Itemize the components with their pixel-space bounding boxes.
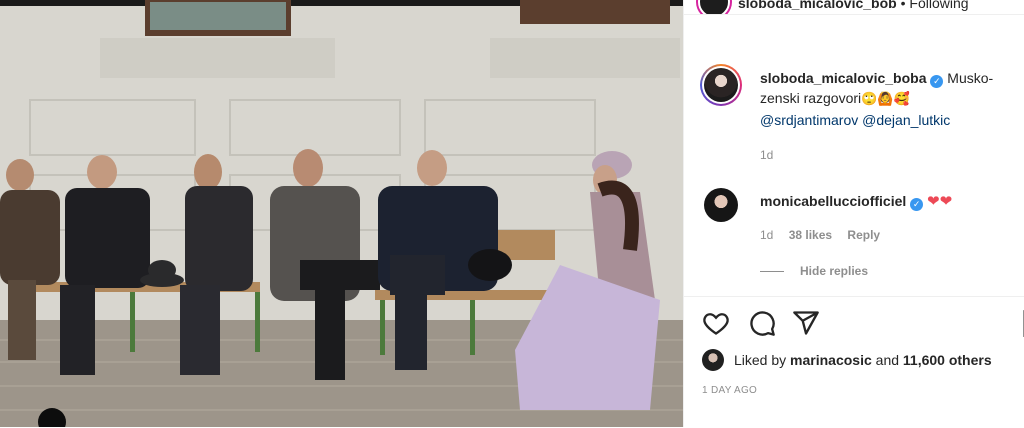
paper-plane-icon[interactable] [792,309,820,337]
liker-username[interactable]: marinacosic [790,352,872,368]
comment-time: 1d [760,228,774,242]
following-button[interactable]: Following [909,0,968,11]
hide-replies-button[interactable]: Hide replies [760,264,868,278]
commenter-avatar[interactable] [704,188,738,222]
caption-emojis: 🙄🙆🥰 [861,92,910,107]
heart-icon[interactable] [702,309,730,337]
caption-avatar[interactable] [700,64,742,106]
divider-line [760,271,784,273]
likes-count[interactable]: 11,600 others [903,352,992,368]
liked-by-prefix: Liked by [734,352,787,368]
comment-icon[interactable] [748,309,776,337]
caption-time: 1d [760,148,774,162]
liker-avatar[interactable] [702,349,724,371]
liked-by-connector: and [875,352,900,368]
hide-replies-label: Hide replies [800,264,869,278]
post-image [0,0,683,427]
post-actions: Liked by marinacosic and 11,600 others 1… [684,296,1024,428]
author-avatar[interactable] [698,0,730,14]
header-separator: • [900,0,906,11]
heart-emojis: ❤❤ [927,193,953,210]
bookmark-icon[interactable] [1020,309,1024,337]
post-photo[interactable] [0,0,683,427]
comment-likes[interactable]: 38 likes [789,228,832,242]
post-timestamp[interactable]: 1 DAY AGO [702,385,757,396]
mention-link[interactable]: @srdjantimarov [760,112,858,128]
caption-username[interactable]: sloboda_micalovic_boba [760,70,927,86]
post-header: sloboda_micalovic_bob • Following [684,0,1024,15]
reply-button[interactable]: Reply [847,228,880,242]
mention-link[interactable]: @dejan_lutkic [862,112,950,128]
verified-badge-icon: ✓ [910,198,924,211]
verified-badge-icon: ✓ [930,75,944,88]
commenter-username[interactable]: monicabellucciofficiel [760,193,906,209]
post-side-panel: sloboda_micalovic_bob • Following slobod… [683,0,1024,427]
author-username[interactable]: sloboda_micalovic_bob [738,0,897,11]
